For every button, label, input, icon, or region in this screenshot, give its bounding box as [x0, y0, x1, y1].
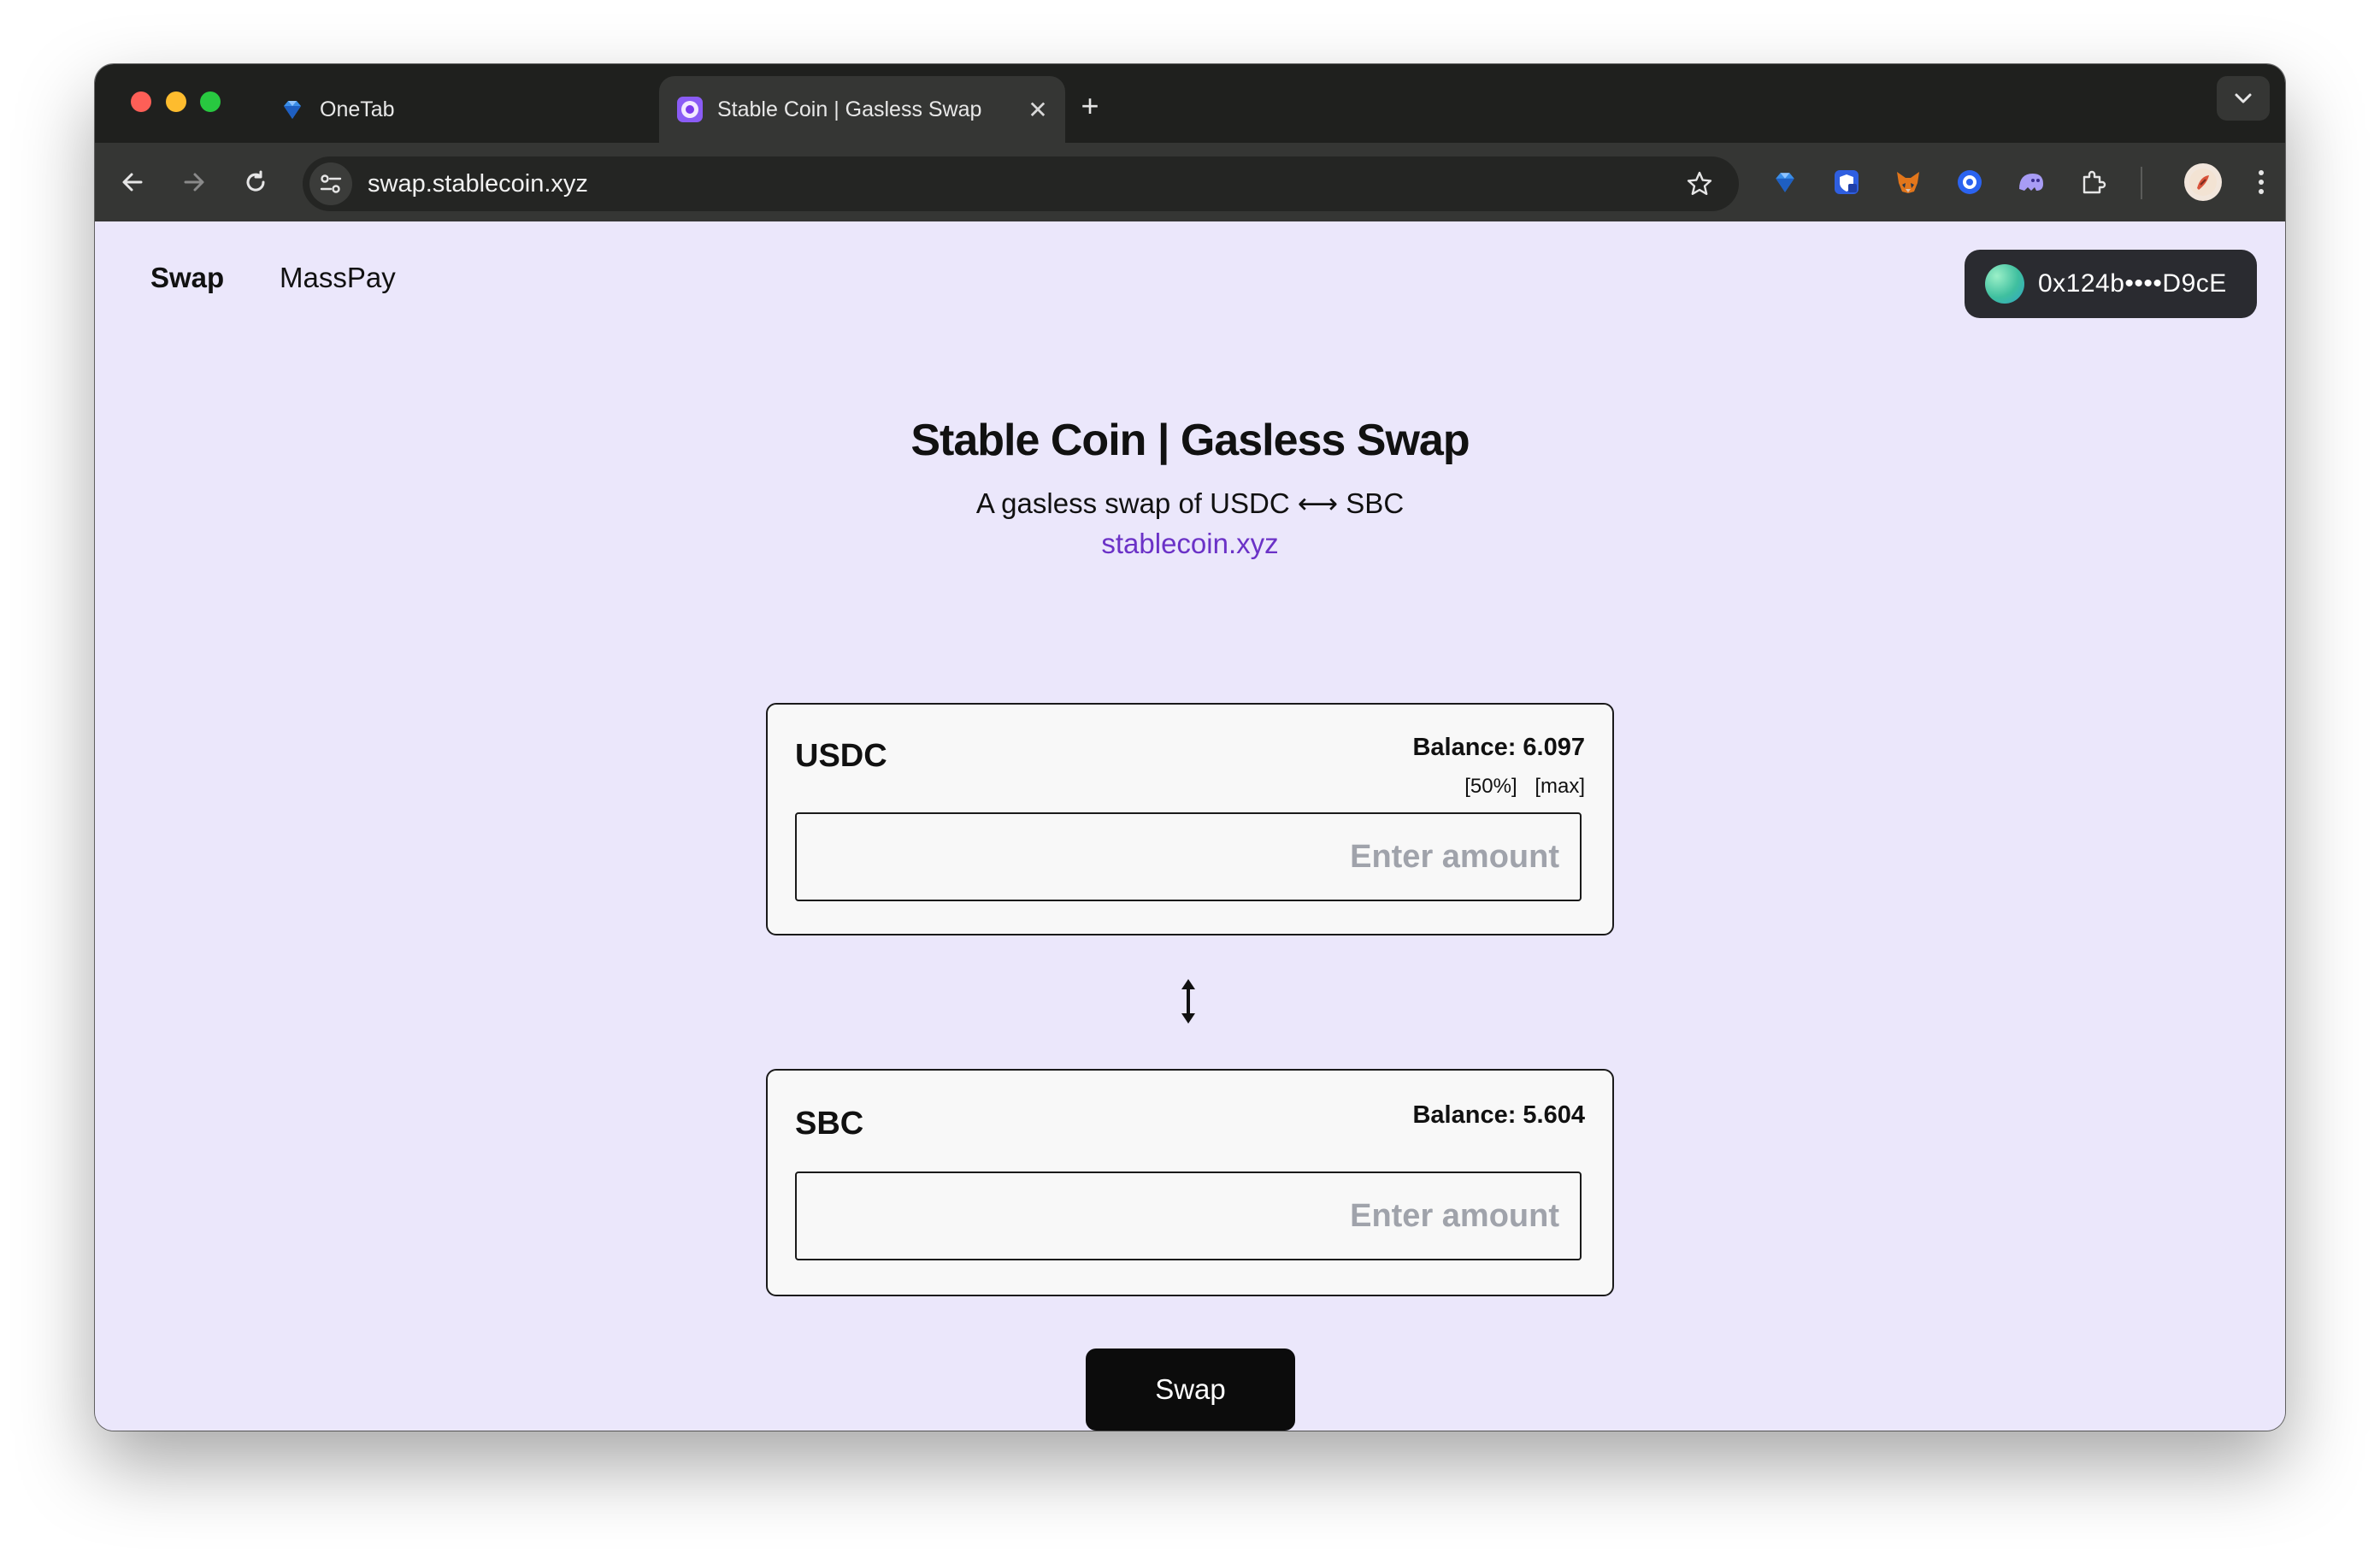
tab-title: Stable Coin | Gasless Swap	[717, 97, 982, 121]
circle-target-extension-icon[interactable]	[1951, 163, 1988, 201]
forward-button[interactable]	[174, 162, 215, 203]
from-amount-input[interactable]	[795, 812, 1582, 901]
to-balance: Balance: 5.604	[1412, 1101, 1585, 1129]
reload-button[interactable]	[235, 162, 276, 203]
wallet-avatar	[1985, 264, 2024, 304]
page-subtitle: A gasless swap of USDC ⟷ SBC	[975, 487, 1405, 519]
to-amount-input[interactable]	[795, 1171, 1582, 1260]
bookmark-star-icon[interactable]	[1679, 163, 1720, 204]
tab-stablecoin[interactable]: Stable Coin | Gasless Swap ✕	[659, 76, 1065, 143]
toolbar-divider	[2141, 167, 2142, 199]
chevron-down-icon	[2235, 93, 2252, 103]
profile-avatar[interactable]	[2184, 163, 2222, 201]
shield-extension-icon[interactable]	[1828, 163, 1865, 201]
maximize-window-button[interactable]	[200, 91, 221, 112]
stablecoin-logo-icon	[676, 96, 704, 123]
wallet-button[interactable]: 0x124b••••D9cE	[1965, 250, 2257, 318]
site-settings-icon[interactable]	[309, 162, 352, 205]
new-tab-button[interactable]: +	[1075, 91, 1105, 122]
arrow-right-icon	[184, 173, 204, 192]
swap-button[interactable]: Swap	[1086, 1348, 1295, 1431]
half-balance-button[interactable]: [50%]	[1464, 775, 1517, 798]
metamask-fox-icon[interactable]	[1889, 163, 1927, 201]
wallet-address: 0x124b••••D9cE	[2038, 269, 2227, 298]
quick-amount-buttons: [50%] [max]	[1452, 775, 1585, 799]
to-token-card: SBC Balance: 5.604	[766, 1069, 1614, 1296]
swap-vertical-arrow-icon	[1181, 979, 1195, 1024]
nav-masspay-link[interactable]: MassPay	[280, 262, 396, 294]
max-balance-button[interactable]: [max]	[1535, 775, 1585, 798]
browser-toolbar: swap.stablecoin.xyz	[95, 143, 2285, 221]
page-content: Swap MassPay 0x124b••••D9cE Stable Coin …	[95, 221, 2285, 1431]
tab-bar: OneTab ✕ Stable Coin | Gasless Swap ✕ +	[95, 64, 2285, 143]
browser-menu-button[interactable]	[2242, 163, 2280, 201]
puzzle-extensions-icon[interactable]	[2074, 163, 2112, 201]
stablecoin-link[interactable]: stablecoin.xyz	[95, 528, 2285, 560]
diamond-icon	[279, 96, 306, 123]
back-button[interactable]	[112, 162, 153, 203]
diamond-extension-icon[interactable]	[1766, 163, 1804, 201]
page-title: Stable Coin | Gasless Swap	[910, 416, 1470, 465]
reload-icon	[246, 170, 265, 192]
from-token-label: USDC	[795, 738, 887, 774]
browser-window: OneTab ✕ Stable Coin | Gasless Swap ✕ +	[95, 64, 2285, 1431]
url-text[interactable]: swap.stablecoin.xyz	[368, 170, 1679, 198]
from-token-card: USDC Balance: 6.097 [50%] [max]	[766, 703, 1614, 935]
ghost-extension-icon[interactable]	[2012, 163, 2050, 201]
nav-swap-link[interactable]: Swap	[150, 262, 224, 294]
to-token-label: SBC	[795, 1106, 864, 1142]
minimize-window-button[interactable]	[166, 91, 186, 112]
swap-direction-button[interactable]	[1171, 976, 1205, 1027]
close-window-button[interactable]	[131, 91, 151, 112]
more-vertical-icon	[2259, 170, 2264, 194]
close-icon[interactable]: ✕	[1022, 94, 1053, 125]
from-balance: Balance: 6.097	[1412, 734, 1585, 761]
arrow-left-icon	[122, 173, 143, 192]
tab-search-button[interactable]	[2217, 76, 2270, 121]
address-bar[interactable]: swap.stablecoin.xyz	[303, 156, 1739, 211]
avatar-icon	[2189, 168, 2217, 196]
